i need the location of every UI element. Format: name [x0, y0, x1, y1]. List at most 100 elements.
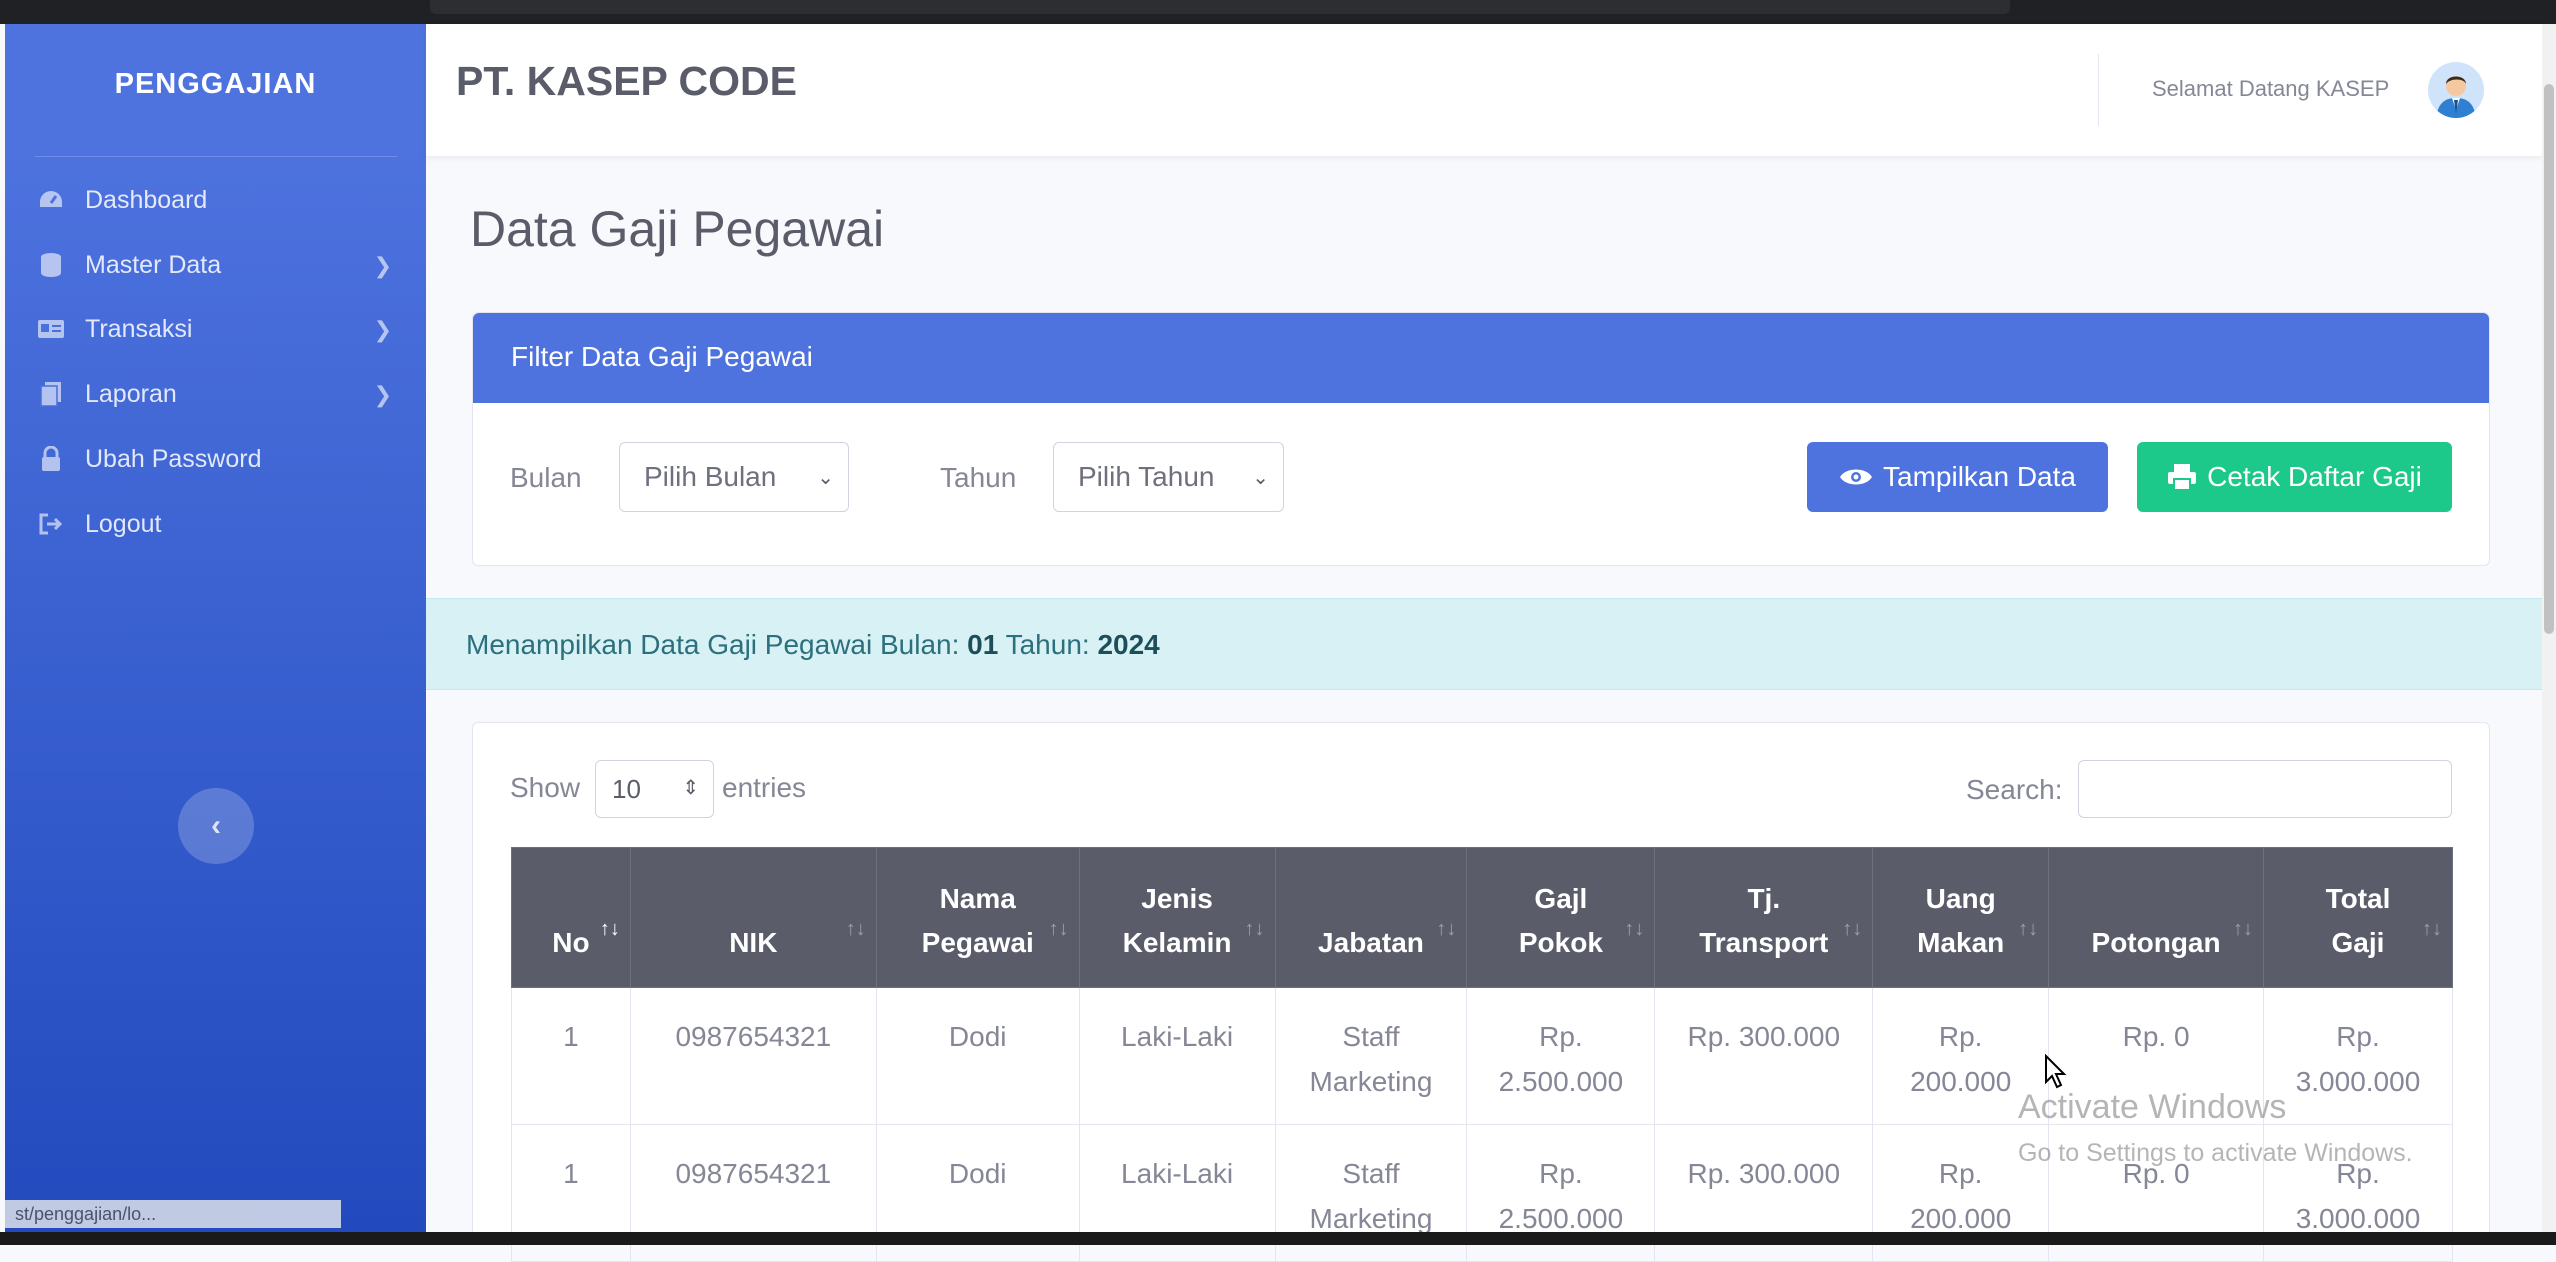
eye-icon	[1839, 466, 1873, 488]
company-name: PT. KASEP CODE	[456, 58, 797, 104]
show-label: Show	[510, 772, 581, 803]
sidebar: PENGGAJIAN Dashboard Master Data ❯ Trans…	[5, 24, 426, 1232]
column-header[interactable]: No ↑↓	[511, 847, 631, 988]
column-header-label: Nama	[939, 883, 1016, 914]
info-year: 2024	[1097, 629, 1160, 660]
cell-line: Marketing	[1309, 1066, 1433, 1097]
info-year-prefix: Tahun:	[1005, 629, 1090, 660]
column-header-label: Kelamin	[1122, 927, 1232, 958]
sidebar-item-logout[interactable]: Logout	[5, 494, 426, 554]
sort-icon: ↑↓	[1624, 918, 1645, 940]
browser-address-bar[interactable]	[430, 0, 2010, 14]
table-cell-nama: Dodi	[875, 987, 1080, 1125]
month-select[interactable]: Pilih Bulan ⌄	[619, 442, 849, 512]
sidebar-item-transaksi[interactable]: Transaksi ❯	[5, 299, 426, 359]
year-select[interactable]: Pilih Tahun ⌄	[1053, 442, 1284, 512]
chevron-right-icon: ❯	[373, 382, 392, 407]
sidebar-divider	[35, 156, 397, 157]
column-header-label: Jenis	[1141, 883, 1213, 914]
chevron-right-icon: ❯	[373, 253, 392, 278]
sidebar-item-ubah-password[interactable]: Ubah Password	[5, 429, 426, 489]
month-label: Bulan	[510, 462, 582, 493]
tachometer-icon	[37, 186, 65, 214]
column-header[interactable]: NIK ↑↓	[629, 847, 877, 988]
info-alert: Menampilkan Data Gaji Pegawai Bulan: 01 …	[426, 598, 2542, 690]
chevron-left-icon: ‹	[211, 809, 221, 842]
page-title: Data Gaji Pegawai	[470, 201, 885, 257]
entries-label: entries	[722, 772, 807, 803]
column-header-label: Potongan	[2091, 927, 2221, 958]
sort-icon: ↑↓	[1048, 918, 1069, 940]
sort-icon: ↑↓	[1842, 918, 1863, 940]
filter-card-header: Filter Data Gaji Pegawai	[473, 313, 2489, 403]
scrollbar-thumb[interactable]	[2544, 84, 2554, 634]
sort-icon: ↑↓	[2233, 918, 2253, 940]
mouse-cursor-icon	[2045, 1054, 2067, 1089]
page-scrollbar[interactable]	[2542, 24, 2556, 1232]
print-payroll-label: Cetak Daftar Gaji	[2207, 461, 2422, 492]
search-input[interactable]	[2078, 760, 2452, 818]
show-data-button[interactable]: Tampilkan Data	[1807, 442, 2108, 512]
print-payroll-button[interactable]: Cetak Daftar Gaji	[2137, 442, 2452, 512]
table-cell-nik: 0987654321	[629, 987, 877, 1125]
table-cell-jabatan: Staff Marketing	[1274, 987, 1468, 1125]
table-cell-transport: Rp. 300.000	[1654, 987, 1874, 1125]
column-header-label: NIK	[729, 927, 778, 958]
sort-icon: ↑↓	[599, 918, 620, 940]
sidebar-item-label: Ubah Password	[85, 444, 262, 473]
sort-icon: ↑↓	[1244, 918, 1265, 940]
user-avatar[interactable]	[2428, 62, 2484, 118]
windows-activation-watermark: Activate Windows Go to Settings to activ…	[2018, 1088, 2413, 1168]
sort-icon: ↑↓	[1436, 918, 1457, 940]
chevron-down-icon: ⌄	[817, 467, 834, 489]
chevron-right-icon: ❯	[373, 317, 392, 342]
sidebar-brand[interactable]: PENGGAJIAN	[5, 68, 426, 101]
column-header[interactable]: Jabatan ↑↓	[1274, 847, 1468, 988]
watermark-title: Activate Windows	[2018, 1088, 2287, 1126]
column-header[interactable]: Total Gaji ↑↓	[2263, 847, 2453, 988]
column-header[interactable]: Uang Makan ↑↓	[1872, 847, 2050, 988]
info-prefix: Menampilkan Data Gaji Pegawai Bulan:	[466, 629, 960, 660]
column-header[interactable]: Jenis Kelamin ↑↓	[1078, 847, 1276, 988]
column-header-label: Total	[2325, 883, 2391, 914]
month-select-value: Pilih Bulan	[644, 461, 777, 492]
column-header-label: Pokok	[1518, 927, 1603, 958]
sidebar-item-label: Master Data	[85, 250, 222, 279]
column-header-label: Makan	[1917, 927, 2005, 958]
sidebar-item-label: Laporan	[85, 379, 177, 408]
lock-icon	[37, 445, 65, 473]
database-icon	[37, 251, 65, 279]
topbar: PT. KASEP CODE Selamat Datang KASEP	[426, 24, 2542, 156]
sidebar-item-laporan[interactable]: Laporan ❯	[5, 364, 426, 424]
sort-updown-icon: ⇕	[682, 777, 699, 799]
status-bar-url: st/penggajian/lo...	[5, 1200, 341, 1228]
column-header[interactable]: Tj. Transport ↑↓	[1654, 847, 1874, 988]
info-month: 01	[967, 629, 999, 660]
column-header[interactable]: Potongan ↑↓	[2048, 847, 2264, 988]
column-header-label: Uang	[1925, 883, 1996, 914]
show-data-label: Tampilkan Data	[1883, 461, 2076, 492]
sidebar-item-master-data[interactable]: Master Data ❯	[5, 235, 426, 295]
sidebar-item-label: Logout	[85, 509, 162, 538]
column-header-label: Gaji	[2331, 927, 2385, 958]
sign-out-icon	[37, 510, 65, 538]
column-header-label: Transport	[1699, 927, 1829, 958]
cell-line: Rp.	[1539, 1021, 1583, 1052]
year-select-value: Pilih Tahun	[1078, 461, 1215, 492]
column-header[interactable]: Gajl Pokok ↑↓	[1466, 847, 1656, 988]
table-cell-jk: Laki-Laki	[1078, 987, 1276, 1125]
cell-line: Staff	[1342, 1021, 1400, 1052]
sidebar-item-dashboard[interactable]: Dashboard	[5, 170, 426, 230]
sort-icon: ↑↓	[2018, 918, 2039, 940]
welcome-text[interactable]: Selamat Datang KASEP	[2152, 76, 2389, 102]
sidebar-item-label: Transaksi	[85, 314, 193, 343]
sidebar-toggle-button[interactable]: ‹	[178, 788, 254, 864]
column-header[interactable]: Nama Pegawai ↑↓	[875, 847, 1080, 988]
cell-line: Staff	[1342, 1158, 1400, 1189]
taskbar	[0, 1232, 2556, 1245]
cell-line: 200.000	[1910, 1066, 2012, 1097]
page-length-select[interactable]: 10 ⇕	[595, 760, 714, 818]
cell-line: 2.500.000	[1498, 1066, 1624, 1097]
sort-icon: ↑↓	[845, 918, 866, 940]
column-header-label: Gajl	[1534, 883, 1588, 914]
